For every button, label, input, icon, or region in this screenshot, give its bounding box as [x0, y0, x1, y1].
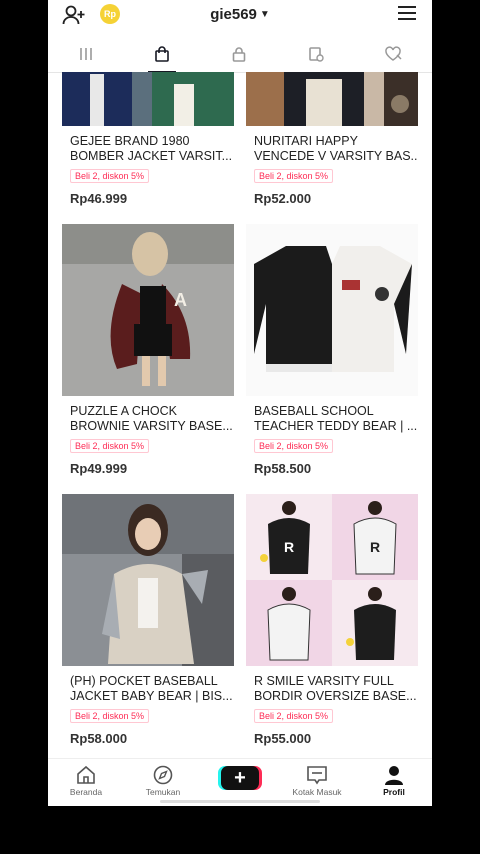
svg-text:A: A: [174, 290, 187, 310]
product-title: GEJEE BRAND 1980 BOMBER JACKET VARSIT...: [70, 134, 233, 163]
nav-profile[interactable]: Profil: [364, 763, 424, 805]
product-price: Rp58.500: [254, 461, 312, 476]
tab-tagged[interactable]: [296, 38, 336, 72]
product-card[interactable]: A PUZZLE A CHOCK BROWNIE VARSITY BASE... …: [62, 224, 234, 484]
discount-badge: Beli 2, diskon 5%: [70, 709, 150, 723]
tab-videos[interactable]: [66, 38, 106, 72]
product-image: A: [62, 224, 234, 396]
product-card[interactable]: BASEBALL SCHOOL TEACHER TEDDY BEAR | ... …: [246, 224, 418, 484]
product-title: NURITARI HAPPY VENCEDE V VARSITY BAS...: [254, 134, 418, 163]
product-image: [246, 224, 418, 396]
product-title: (PH) POCKET BASEBALL JACKET BABY BEAR | B…: [70, 674, 233, 703]
product-image: [62, 494, 234, 666]
tab-private[interactable]: [219, 38, 259, 72]
product-price: Rp49.999: [70, 461, 128, 476]
nav-inbox-label: Kotak Masuk: [292, 787, 342, 797]
lock-icon: [232, 47, 246, 62]
product-card[interactable]: GEJEE BRAND 1980 BOMBER JACKET VARSIT... …: [62, 72, 234, 214]
product-price: Rp46.999: [70, 191, 128, 206]
nav-inbox[interactable]: Kotak Masuk: [287, 763, 347, 805]
discount-badge: Beli 2, diskon 5%: [254, 169, 334, 183]
grid-icon: [80, 48, 92, 60]
discount-badge: Beli 2, diskon 5%: [70, 169, 150, 183]
product-card[interactable]: NURITARI HAPPY VENCEDE V VARSITY BAS... B…: [246, 72, 418, 214]
product-image: [246, 72, 418, 126]
svg-text:R: R: [284, 539, 294, 555]
compass-icon: [153, 765, 173, 785]
chevron-down-icon: ▼: [259, 9, 270, 20]
phone-screen: Rp gie569 ▼ GEJEE BRAND 1980 BOMBER JACK…: [48, 0, 432, 806]
nav-home-label: Beranda: [69, 787, 103, 797]
home-icon: [77, 765, 95, 784]
profile-tabs: [48, 38, 432, 73]
product-grid: GEJEE BRAND 1980 BOMBER JACKET VARSIT... …: [62, 72, 418, 758]
bottom-navigation: Beranda Temukan + Kotak Masuk Profil: [48, 758, 432, 806]
product-price: Rp52.000: [254, 191, 312, 206]
nav-profile-label: Profil: [383, 787, 405, 797]
nav-discover-label: Temukan: [145, 787, 181, 797]
product-card[interactable]: R R R SMILE VARSITY FULL BORDIR OVERSIZE …: [246, 494, 418, 758]
nav-home[interactable]: Beranda: [56, 763, 116, 805]
username: gie569: [210, 6, 257, 23]
nav-discover[interactable]: Temukan: [133, 763, 193, 805]
liked-icon: [385, 46, 402, 61]
product-image: [62, 72, 234, 126]
home-indicator: [160, 800, 320, 803]
shopping-bag-icon: [155, 46, 169, 62]
discount-badge: Beli 2, diskon 5%: [254, 439, 334, 453]
top-bar: Rp gie569 ▼: [48, 0, 432, 30]
inbox-icon: [307, 766, 327, 785]
hamburger-menu-icon[interactable]: [398, 6, 416, 22]
product-title: PUZZLE A CHOCK BROWNIE VARSITY BASE...: [70, 404, 233, 433]
svg-text:R: R: [370, 539, 380, 555]
product-card[interactable]: (PH) POCKET BASEBALL JACKET BABY BEAR | B…: [62, 494, 234, 758]
create-button[interactable]: +: [221, 766, 259, 790]
discount-badge: Beli 2, diskon 5%: [70, 439, 150, 453]
profile-icon: [385, 766, 403, 785]
product-image: R R: [246, 494, 418, 666]
username-switcher[interactable]: gie569 ▼: [48, 6, 432, 23]
tagged-icon: [309, 47, 324, 62]
product-price: Rp55.000: [254, 731, 312, 746]
product-price: Rp58.000: [70, 731, 128, 746]
product-title: R SMILE VARSITY FULL BORDIR OVERSIZE BASE…: [254, 674, 417, 703]
discount-badge: Beli 2, diskon 5%: [254, 709, 334, 723]
tab-shop[interactable]: [142, 38, 182, 73]
tab-liked[interactable]: [372, 38, 412, 72]
product-title: BASEBALL SCHOOL TEACHER TEDDY BEAR | ...: [254, 404, 418, 433]
